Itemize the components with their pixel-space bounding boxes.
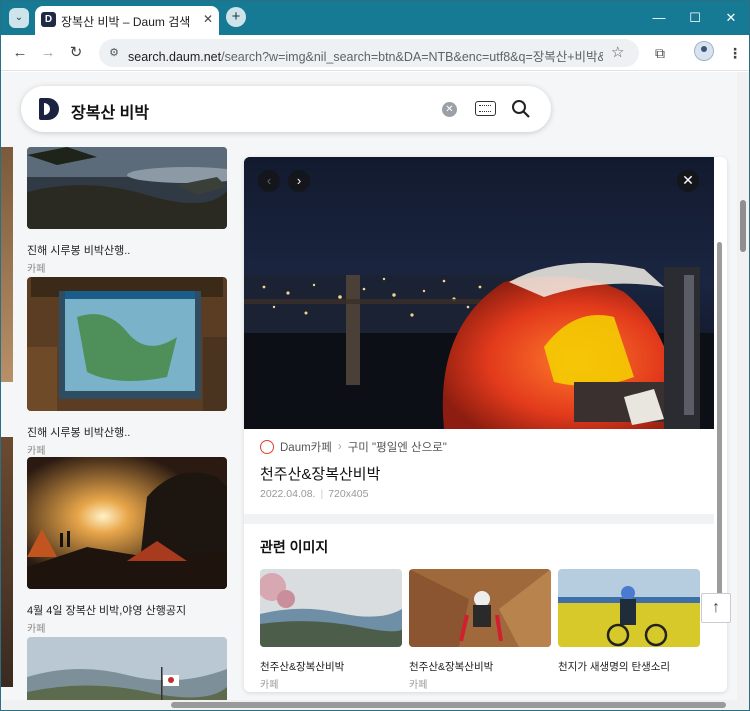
result-source: 카페 [27, 264, 46, 275]
result-caption[interactable]: 진해 시루봉 비박산행.. [27, 242, 227, 258]
result-thumbnail[interactable] [27, 457, 227, 589]
result-thumbnail[interactable] [27, 277, 227, 411]
result-caption[interactable]: 진해 시루봉 비박산행.. [27, 424, 227, 440]
panel-scrollbar[interactable] [717, 242, 722, 622]
prev-image-button[interactable]: ‹ [258, 170, 280, 192]
close-window-button[interactable]: ✕ [721, 8, 741, 28]
related-thumbnail[interactable] [409, 569, 551, 647]
tab-strip: ⌄ D 장복산 비박 – Daum 검색 ✕ + — ☐ ✕ [1, 1, 749, 35]
detail-size: 720x405 [328, 488, 369, 500]
search-icon[interactable] [511, 99, 531, 119]
browser-window: ⌄ D 장복산 비박 – Daum 검색 ✕ + — ☐ ✕ ← → ↻ ⚙ s… [0, 0, 750, 711]
source-site[interactable]: Daum카페 [280, 439, 332, 455]
result-card[interactable]: 4월 4일 장복산 비박,야영 산행공지 카페 [27, 457, 227, 635]
related-image-card[interactable]: 천주산&장복산비박 카페 [409, 569, 551, 691]
close-detail-button[interactable]: ✕ [677, 170, 699, 192]
detail-title[interactable]: 천주산&장복산비박 [260, 463, 380, 484]
tab-search-menu-button[interactable]: ⌄ [9, 8, 29, 28]
source-board[interactable]: 구미 "평일엔 산으로" [348, 439, 447, 455]
search-input[interactable]: 장복산 비박 [71, 99, 149, 123]
left-edge-thumbnails [1, 147, 13, 707]
tab-title: 장복산 비박 – Daum 검색 [61, 15, 191, 29]
related-caption[interactable]: 천지가 새생명의 탄생소리 [558, 659, 700, 674]
related-caption[interactable]: 천주산&장복산비박 [260, 659, 402, 674]
related-source: 카페 [409, 680, 428, 691]
site-info-icon[interactable]: ⚙ [106, 45, 122, 61]
tab-close-icon[interactable]: ✕ [200, 11, 216, 27]
edge-image-bottom[interactable] [1, 437, 13, 687]
edge-image-top[interactable] [1, 147, 13, 382]
detail-date: 2022.04.08. [260, 488, 316, 500]
related-image-card[interactable]: 천주산&장복산비박 카페 [258, 569, 404, 691]
result-thumbnail[interactable] [27, 147, 247, 229]
daum-logo-icon[interactable] [39, 98, 59, 120]
related-caption[interactable]: 천주산&장복산비박 [409, 659, 551, 674]
result-source: 카페 [27, 624, 46, 635]
horizontal-scroll-thumb[interactable] [171, 702, 726, 708]
vertical-scroll-thumb[interactable] [740, 200, 746, 252]
result-card[interactable]: 진해 시루봉 비박산행.. 카페 [27, 147, 247, 275]
new-tab-button[interactable]: + [226, 7, 246, 27]
detail-meta: 2022.04.08. | 720x405 [260, 488, 369, 500]
maximize-button[interactable]: ☐ [685, 8, 705, 28]
search-box[interactable]: 장복산 비박 ✕ [21, 86, 551, 132]
result-card[interactable]: 진해 시루봉 비박산행.. 카페 [27, 277, 227, 457]
reload-button[interactable]: ↻ [65, 42, 87, 64]
extensions-icon[interactable]: ⧉ [649, 42, 671, 64]
result-thumbnail[interactable] [27, 637, 227, 705]
forward-button[interactable]: → [37, 42, 59, 64]
result-caption[interactable]: 4월 4일 장복산 비박,야영 산행공지 [27, 602, 227, 618]
back-button[interactable]: ← [9, 42, 31, 64]
next-image-button[interactable]: › [288, 170, 310, 192]
detail-source[interactable]: Daum카페 › 구미 "평일엔 산으로" [260, 439, 447, 455]
minimize-button[interactable]: — [649, 8, 669, 28]
related-images-heading: 관련 이미지 [260, 539, 329, 555]
section-divider [244, 514, 714, 524]
image-detail-panel: ‹ › ✕ Daum카페 › 구미 "평일엔 산으로" 천주산&장복산비박 20… [244, 157, 727, 692]
clear-search-icon[interactable]: ✕ [442, 102, 457, 117]
related-image-card[interactable]: 천지가 새생명의 탄생소리 [558, 569, 700, 674]
related-source: 카페 [260, 680, 279, 691]
search-page: 장복산 비박 ✕ 진해 시루봉 비박산행.. 카페 진해 시루봉 비박산행.. … [1, 72, 749, 710]
more-menu-icon[interactable]: ⋮ [724, 42, 746, 64]
related-thumbnail[interactable] [258, 569, 404, 647]
page-vertical-scrollbar[interactable] [737, 72, 749, 710]
page-horizontal-scrollbar[interactable] [1, 700, 737, 710]
tab-active[interactable]: D 장복산 비박 – Daum 검색 ✕ [35, 6, 219, 35]
related-thumbnail[interactable] [558, 569, 700, 647]
browser-toolbar: ← → ↻ ⚙ search.daum.net/search?w=img&nil… [1, 35, 749, 71]
result-source: 카페 [27, 446, 46, 457]
address-bar[interactable]: ⚙ search.daum.net/search?w=img&nil_searc… [99, 39, 639, 67]
profile-avatar[interactable] [694, 41, 714, 61]
keyboard-icon[interactable] [475, 101, 496, 116]
detail-image[interactable] [244, 157, 714, 429]
url-text[interactable]: search.daum.net/search?w=img&nil_search=… [128, 46, 603, 65]
breadcrumb-separator-icon: › [337, 441, 342, 453]
bookmark-star-icon[interactable]: ☆ [611, 43, 624, 61]
cafe-logo-icon [260, 440, 274, 454]
daum-favicon-icon: D [41, 12, 56, 27]
scroll-to-top-button[interactable]: ↑ [701, 593, 731, 623]
